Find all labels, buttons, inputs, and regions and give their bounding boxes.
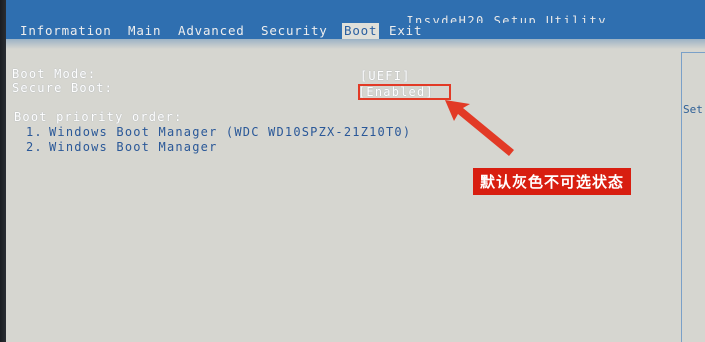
annotation-label: 默认灰色不可选状态 <box>473 168 632 195</box>
arrow-shape <box>445 100 514 156</box>
